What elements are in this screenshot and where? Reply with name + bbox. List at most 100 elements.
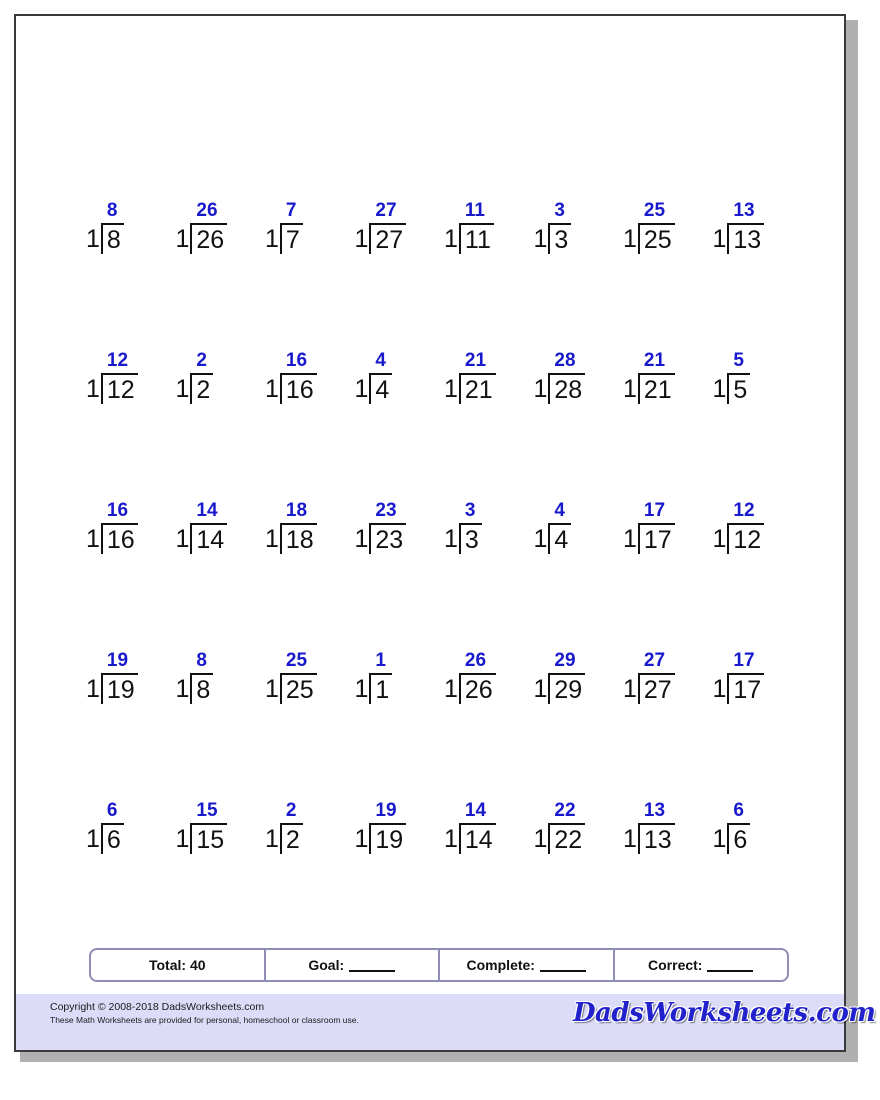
problem-inner: 1 19 19 (354, 801, 407, 854)
division-problem: 144 (349, 351, 439, 505)
division-bracket: 27 27 (637, 651, 675, 704)
division-bracket: 23 23 (369, 501, 407, 554)
division-bracket: 27 27 (369, 201, 407, 254)
problem-inner: 188 (176, 651, 214, 704)
quotient-answer: 21 (464, 350, 487, 371)
divisor: 1 (86, 375, 100, 403)
divisor: 1 (354, 675, 369, 703)
division-bracket: 21 21 (458, 351, 496, 404)
quotient-answer: 4 (375, 350, 386, 371)
division-problem: 1 17 17 (707, 651, 797, 805)
division-problem: 1 27 27 (349, 201, 439, 355)
quotient-answer: 16 (285, 350, 308, 371)
divisor: 1 (175, 225, 190, 253)
division-bracket: 26 26 (458, 651, 496, 704)
divisor: 1 (712, 825, 727, 853)
quotient-answer: 8 (106, 200, 118, 221)
score-cell-goal[interactable]: Goal: (266, 950, 440, 980)
divisor: 1 (86, 675, 100, 703)
quotient-answer: 22 (554, 800, 576, 821)
copyright-block: Copyright © 2008-2018 DadsWorksheets.com… (50, 1000, 359, 1027)
divisor: 1 (86, 825, 100, 853)
quotient-answer: 12 (733, 500, 755, 521)
problem-inner: 1 25 25 (623, 201, 675, 254)
quotient-answer: 29 (554, 650, 576, 671)
divisor: 1 (623, 525, 637, 553)
divisor: 1 (265, 225, 279, 253)
problem-inner: 1 26 26 (175, 201, 228, 254)
divisor: 1 (444, 525, 458, 553)
problem-inner: 1 23 23 (354, 501, 407, 554)
divisor: 1 (623, 825, 637, 853)
quotient-answer: 14 (196, 500, 218, 521)
divisor: 1 (533, 525, 548, 553)
brand-wordmark[interactable]: DadsWorksheets.com (573, 998, 876, 1028)
division-bracket: 25 25 (637, 201, 675, 254)
division-bracket: 22 (279, 801, 303, 854)
problem-inner: 1 13 13 (623, 801, 675, 854)
divisor: 1 (86, 225, 100, 253)
division-bracket: 26 26 (190, 201, 228, 254)
quotient-answer: 15 (196, 800, 218, 821)
complete-blank[interactable] (539, 959, 586, 972)
dividend: 22 (554, 826, 583, 854)
quotient-answer: 16 (106, 500, 129, 521)
dividend: 3 (554, 226, 569, 254)
quotient-answer: 5 (733, 350, 744, 371)
divisor: 1 (265, 375, 279, 403)
division-bracket: 22 22 (548, 801, 586, 854)
divisor: 1 (265, 525, 279, 553)
goal-blank[interactable] (349, 959, 396, 972)
division-problem: 1 25 25 (617, 201, 707, 355)
division-bracket: 66 (727, 801, 751, 854)
score-cell-correct[interactable]: Correct: (615, 950, 788, 980)
score-cell-total: Total: 40 (91, 950, 266, 980)
dividend: 28 (554, 376, 583, 404)
problem-inner: 1 12 12 (86, 351, 138, 404)
problem-inner: 1 28 28 (534, 351, 586, 404)
division-bracket: 12 12 (727, 501, 765, 554)
dividend: 17 (643, 526, 672, 554)
division-problem: 18 8 (80, 201, 170, 355)
problem-inner: 122 (265, 801, 303, 854)
quotient-answer: 3 (464, 500, 476, 521)
problem-inner: 1 12 12 (713, 501, 765, 554)
dividend: 11 (464, 226, 491, 254)
score-cell-complete[interactable]: Complete: (440, 950, 615, 980)
division-bracket: 21 21 (637, 351, 675, 404)
correct-blank[interactable] (707, 959, 754, 972)
dividend: 16 (285, 376, 314, 404)
divisor: 1 (712, 675, 727, 703)
divisor: 1 (623, 675, 637, 703)
problem-inner: 1 15 15 (176, 801, 228, 854)
divisor: 1 (354, 525, 369, 553)
division-bracket: 25 25 (279, 651, 317, 704)
divisor: 1 (354, 225, 369, 253)
quotient-answer: 2 (285, 800, 297, 821)
division-problem: 166 (707, 801, 797, 955)
division-problem: 1 16 16 (80, 501, 170, 655)
division-problem: 133 (528, 201, 618, 355)
problem-inner: 1 22 22 (534, 801, 586, 854)
divisor: 1 (712, 225, 727, 253)
division-bracket: 88 (190, 651, 214, 704)
dividend: 26 (196, 226, 225, 254)
division-bracket: 17 17 (637, 501, 675, 554)
quotient-answer: 12 (106, 350, 129, 371)
division-bracket: 12 12 (100, 351, 138, 404)
divisor: 1 (175, 525, 190, 553)
divisor: 1 (354, 825, 369, 853)
division-bracket: 44 (548, 501, 572, 554)
divisor: 1 (444, 675, 458, 703)
dividend: 21 (643, 376, 672, 404)
total-label: Total: 40 (148, 957, 206, 973)
quotient-answer: 19 (375, 800, 397, 821)
dividend: 19 (106, 676, 135, 704)
problem-inner: 18 8 (86, 201, 124, 254)
dividend: 8 (106, 226, 121, 254)
goal-label: Goal: (308, 957, 345, 973)
problem-inner: 133 (534, 201, 572, 254)
division-bracket: 14 14 (190, 501, 228, 554)
division-bracket: 19 19 (369, 801, 407, 854)
divisor: 1 (265, 825, 279, 853)
